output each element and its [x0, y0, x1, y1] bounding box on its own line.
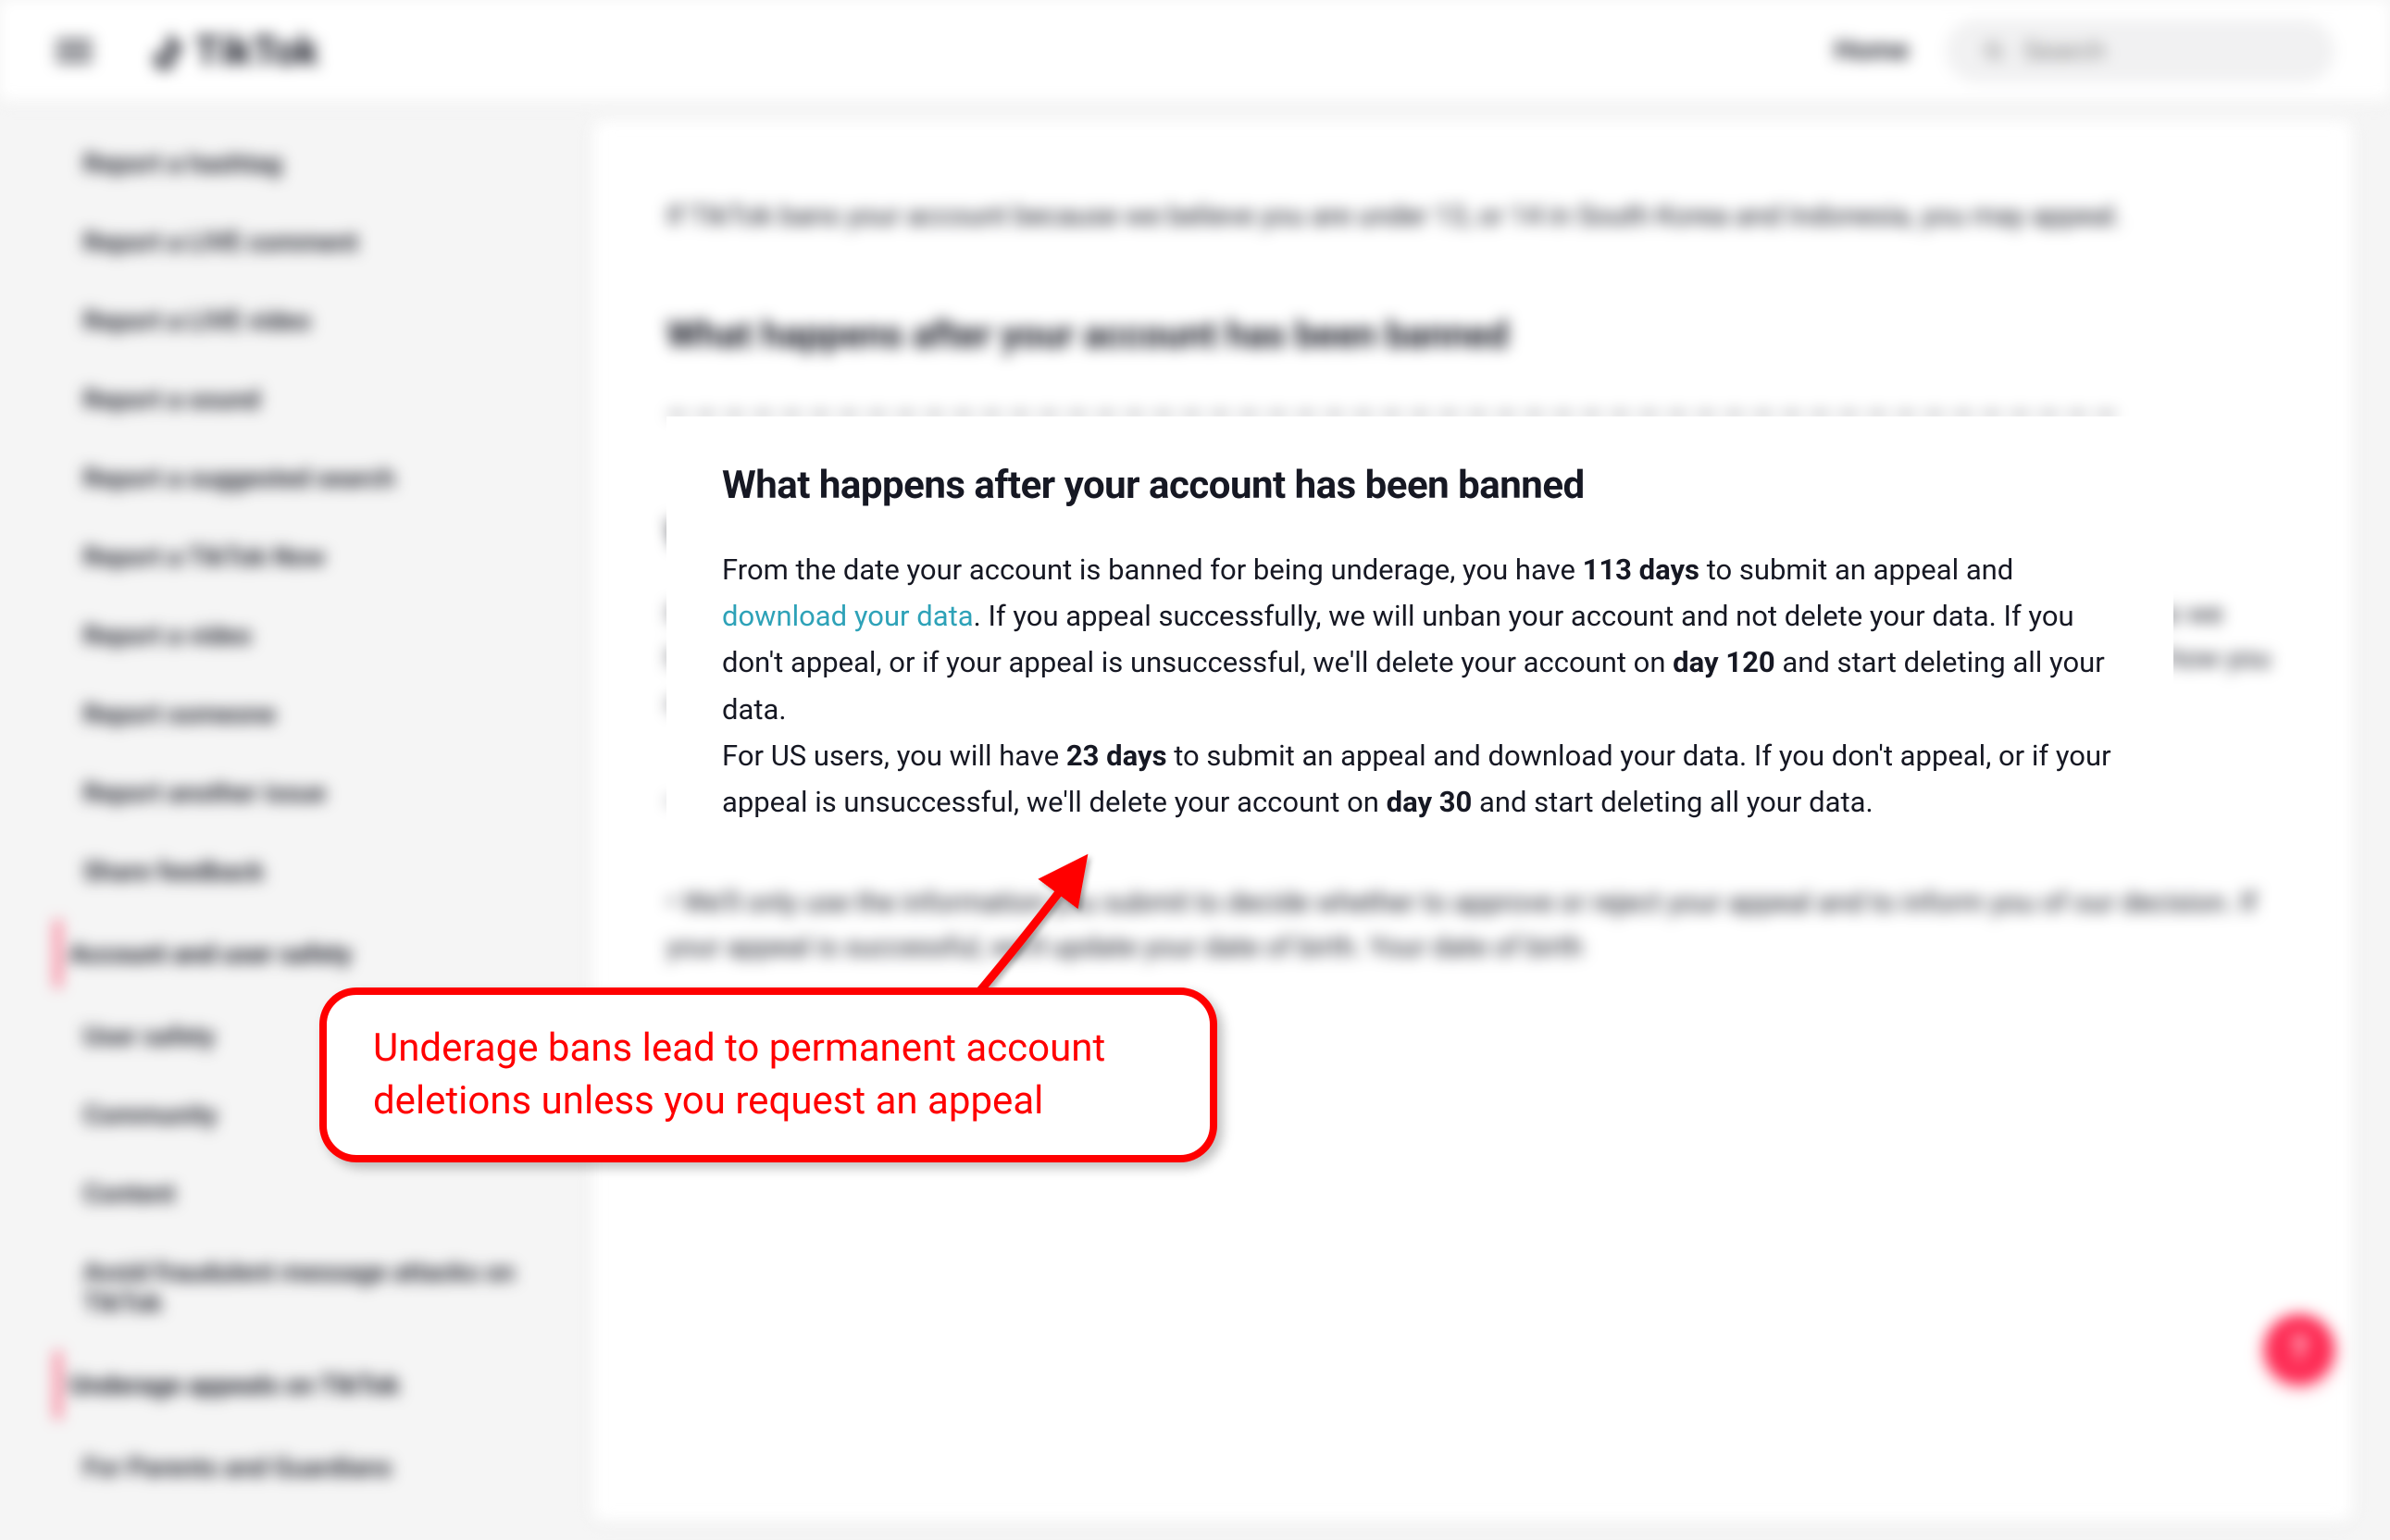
question-mark-icon: ? — [2292, 1331, 2308, 1368]
search-box[interactable] — [1946, 19, 2334, 82]
section-body: From the date your account is banned for… — [722, 547, 2118, 826]
search-icon — [1983, 38, 2005, 64]
sidebar-section-account-safety[interactable]: Account and user safety — [56, 920, 574, 987]
intro-paragraph: If TikTok bans your account because we b… — [666, 194, 2279, 239]
page-header: TikTok Home — [0, 0, 2390, 102]
bullet-text: • We'll only use the information you sub… — [666, 881, 2279, 970]
sidebar-item[interactable]: Report another issue — [56, 759, 574, 826]
sidebar-item[interactable]: Report a sound — [56, 366, 574, 433]
sidebar-item[interactable]: Report a LIVE video — [56, 287, 574, 354]
sidebar-item[interactable]: For Parents and Guardians — [56, 1434, 574, 1501]
sidebar-item[interactable]: Report a TikTok Now — [56, 523, 574, 590]
sidebar-item[interactable]: Content — [56, 1160, 574, 1227]
search-input[interactable] — [2023, 36, 2251, 66]
sidebar-item[interactable]: Report someone — [56, 680, 574, 748]
annotation-text: Underage bans lead to permanent account … — [373, 1023, 1164, 1127]
help-fab[interactable]: ? — [2264, 1314, 2334, 1385]
download-data-link[interactable]: download your data — [722, 599, 974, 633]
tiktok-note-icon — [148, 31, 185, 71]
sidebar-item[interactable]: Share feedback — [56, 838, 574, 905]
section-heading-ban-consequences: What happens after your account has been… — [722, 463, 2118, 508]
hamburger-menu-icon[interactable] — [56, 32, 93, 69]
tiktok-logo[interactable]: TikTok — [148, 27, 318, 75]
sidebar-item[interactable]: Report a video — [56, 602, 574, 669]
section-heading-blurred: What happens after your account has been… — [666, 313, 2279, 356]
sidebar-nav: Report a hashtag Report a LIVE comment R… — [37, 102, 592, 1540]
sidebar-item[interactable]: Report a LIVE comment — [56, 208, 574, 276]
highlighted-article-section: What happens after your account has been… — [666, 416, 2173, 872]
sidebar-item[interactable]: Avoid fraudulent message attacks on TikT… — [56, 1238, 574, 1336]
sidebar-item[interactable]: Report a hashtag — [56, 130, 574, 197]
sidebar-item[interactable]: Report a suggested search — [56, 444, 574, 512]
nav-home[interactable]: Home — [1835, 34, 1909, 67]
annotation-callout: Underage bans lead to permanent account … — [319, 987, 1217, 1162]
sidebar-section-underage-appeals[interactable]: Underage appeals on TikTok — [56, 1351, 574, 1419]
